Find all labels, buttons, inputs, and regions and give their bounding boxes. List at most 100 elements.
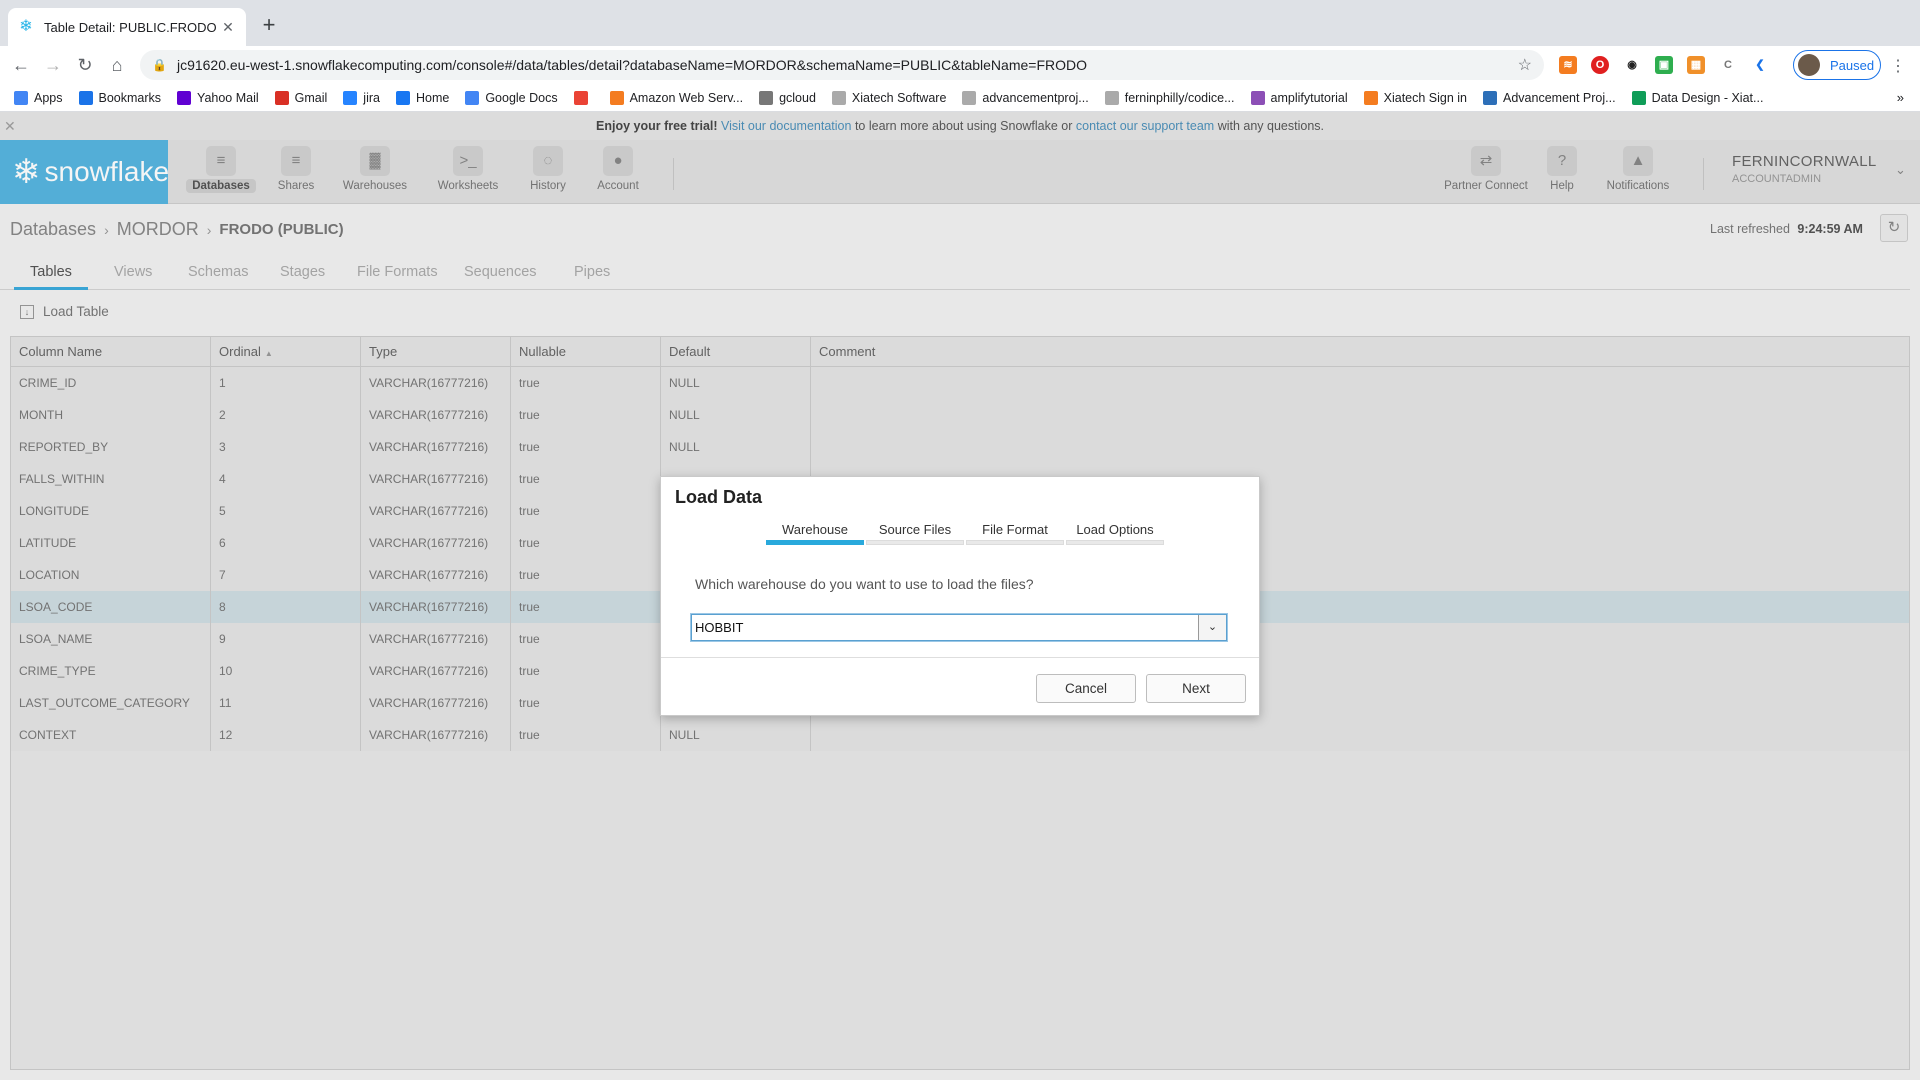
bookmark-item[interactable]: Gmail xyxy=(274,90,328,105)
cancel-button[interactable]: Cancel xyxy=(1036,674,1136,703)
bookmark-item[interactable]: amplifytutorial xyxy=(1250,90,1348,105)
trial-tail: with any questions. xyxy=(1217,119,1324,133)
step-label: Source Files xyxy=(878,522,952,537)
reload-icon[interactable]: ↻ xyxy=(72,52,98,78)
bookmark-item[interactable]: Google Docs xyxy=(465,90,558,105)
docs-icon xyxy=(465,90,480,105)
home-icon[interactable]: ⌂ xyxy=(104,52,130,78)
warehouse-select[interactable]: HOBBIT ⌄ xyxy=(691,614,1227,641)
tv-extension-icon[interactable]: ▣ xyxy=(1655,56,1673,74)
bookmark-item[interactable]: Xiatech Sign in xyxy=(1363,90,1468,105)
bookmark-item[interactable] xyxy=(573,90,594,105)
db-icon xyxy=(1483,90,1498,105)
google-icon xyxy=(573,90,588,105)
bookmark-star-icon[interactable]: ☆ xyxy=(1518,55,1532,75)
snowflake-favicon-icon: ❄ xyxy=(19,18,33,35)
opera-extension-icon[interactable]: O xyxy=(1591,56,1609,74)
c-extension-icon[interactable]: C xyxy=(1719,56,1737,74)
bookmark-label: Gmail xyxy=(294,90,328,105)
step-warehouse[interactable]: Warehouse xyxy=(766,522,864,545)
facebook-icon xyxy=(395,90,410,105)
trial-mid: to learn more about using Snowflake or xyxy=(854,119,1073,133)
dialog-divider xyxy=(661,657,1259,658)
amplify-icon xyxy=(1250,90,1265,105)
close-tab-icon[interactable]: ✕ xyxy=(220,19,236,36)
browser-tab[interactable]: ❄ Table Detail: PUBLIC.FRODO ✕ xyxy=(8,8,246,46)
github-icon xyxy=(962,90,977,105)
close-banner-icon[interactable]: ✕ xyxy=(4,112,16,140)
browser-toolbar: ← → ↻ ⌂ 🔒 jc91620.eu-west-1.snowflakecom… xyxy=(0,46,1920,84)
chevron-down-icon[interactable]: ⌄ xyxy=(1198,615,1226,640)
url-text: jc91620.eu-west-1.snowflakecomputing.com… xyxy=(176,57,1088,73)
documentation-link[interactable]: Visit our documentation xyxy=(721,119,851,133)
more-bookmarks-icon[interactable]: » xyxy=(1897,90,1904,105)
bookmark-item[interactable]: advancementproj... xyxy=(962,90,1089,105)
star-icon xyxy=(78,90,93,105)
warehouse-value: HOBBIT xyxy=(695,620,744,635)
bookmark-item[interactable]: Advancement Proj... xyxy=(1483,90,1616,105)
bookmark-label: Home xyxy=(415,90,450,105)
gear-icon xyxy=(759,90,774,105)
bookmark-label: advancementproj... xyxy=(982,90,1089,105)
step-label: File Format xyxy=(982,522,1048,537)
address-bar[interactable]: 🔒 jc91620.eu-west-1.snowflakecomputing.c… xyxy=(140,50,1544,80)
bookmark-label: amplifytutorial xyxy=(1270,90,1348,105)
jira-icon xyxy=(343,90,358,105)
aws-icon xyxy=(1363,90,1378,105)
load-data-dialog: Load Data Warehouse Source Files File Form… xyxy=(660,476,1260,716)
bookmark-item[interactable]: Xiatech Software xyxy=(831,90,947,105)
step-source-files[interactable]: Source Files xyxy=(866,522,964,545)
bookmark-label: Google Docs xyxy=(485,90,558,105)
bookmark-item[interactable]: jira xyxy=(343,90,380,105)
bookmark-label: Amazon Web Serv... xyxy=(629,90,744,105)
profile-button[interactable]: Paused xyxy=(1793,50,1881,80)
next-button[interactable]: Next xyxy=(1146,674,1246,703)
bookmark-label: Xiatech Software xyxy=(851,90,947,105)
bookmark-label: Data Design - Xiat... xyxy=(1651,90,1764,105)
k-extension-icon[interactable]: ❮ xyxy=(1751,56,1769,74)
bookmark-label: Yahoo Mail xyxy=(197,90,259,105)
bookmark-label: jira xyxy=(363,90,380,105)
bookmark-item[interactable]: Yahoo Mail xyxy=(177,90,259,105)
browser-tabstrip: ❄ Table Detail: PUBLIC.FRODO ✕ + xyxy=(0,0,1920,46)
bookmark-item[interactable]: Amazon Web Serv... xyxy=(609,90,744,105)
warehouse-question: Which warehouse do you want to use to lo… xyxy=(695,576,1034,592)
bookmark-label: Advancement Proj... xyxy=(1503,90,1616,105)
gmail-icon xyxy=(274,90,289,105)
github-icon xyxy=(831,90,846,105)
bookmark-item[interactable]: Bookmarks xyxy=(78,90,162,105)
bookmark-item[interactable]: gcloud xyxy=(759,90,816,105)
lock-icon: 🔒 xyxy=(152,58,167,72)
bookmark-label: Xiatech Sign in xyxy=(1383,90,1468,105)
bookmark-item[interactable]: Home xyxy=(395,90,450,105)
trial-lead: Enjoy your free trial! xyxy=(596,119,718,133)
browser-menu-icon[interactable]: ⋮ xyxy=(1890,56,1906,76)
bookmarks-bar: Apps Bookmarks Yahoo Mail Gmail jira Home Goog… xyxy=(0,84,1920,112)
eye-extension-icon[interactable]: ◉ xyxy=(1623,56,1641,74)
apps-grid-icon xyxy=(14,90,28,105)
forward-arrow-icon[interactable]: → xyxy=(40,52,66,78)
step-progress-bar xyxy=(966,540,1064,545)
avatar xyxy=(1798,54,1820,76)
new-tab-button[interactable]: + xyxy=(255,12,283,40)
bookmark-label: gcloud xyxy=(779,90,816,105)
bookmark-label: Apps xyxy=(34,90,63,105)
bookmark-item[interactable]: ferninphilly/codice... xyxy=(1104,90,1235,105)
rss-extension-icon[interactable]: ≋ xyxy=(1559,56,1577,74)
bookmark-label: ferninphilly/codice... xyxy=(1124,90,1235,105)
trial-banner: ✕ Enjoy your free trial! Visit our docum… xyxy=(0,112,1920,140)
dialog-title: Load Data xyxy=(675,487,763,507)
bookmark-item[interactable]: Apps xyxy=(14,90,63,105)
tab-title: Table Detail: PUBLIC.FRODO xyxy=(44,19,217,35)
bookmark-item[interactable]: Data Design - Xiat... xyxy=(1631,90,1764,105)
back-arrow-icon[interactable]: ← xyxy=(8,52,34,78)
step-progress-bar xyxy=(866,540,964,545)
sheets-icon xyxy=(1631,90,1646,105)
wizard-steps: Warehouse Source Files File Format Load Opt… xyxy=(766,522,1166,545)
support-link[interactable]: contact our support team xyxy=(1076,119,1214,133)
step-file-format[interactable]: File Format xyxy=(966,522,1064,545)
bookmark-label: Bookmarks xyxy=(98,90,162,105)
step-load-options[interactable]: Load Options xyxy=(1066,522,1164,545)
grid-extension-icon[interactable]: ▦ xyxy=(1687,56,1705,74)
step-label: Warehouse xyxy=(782,522,848,537)
